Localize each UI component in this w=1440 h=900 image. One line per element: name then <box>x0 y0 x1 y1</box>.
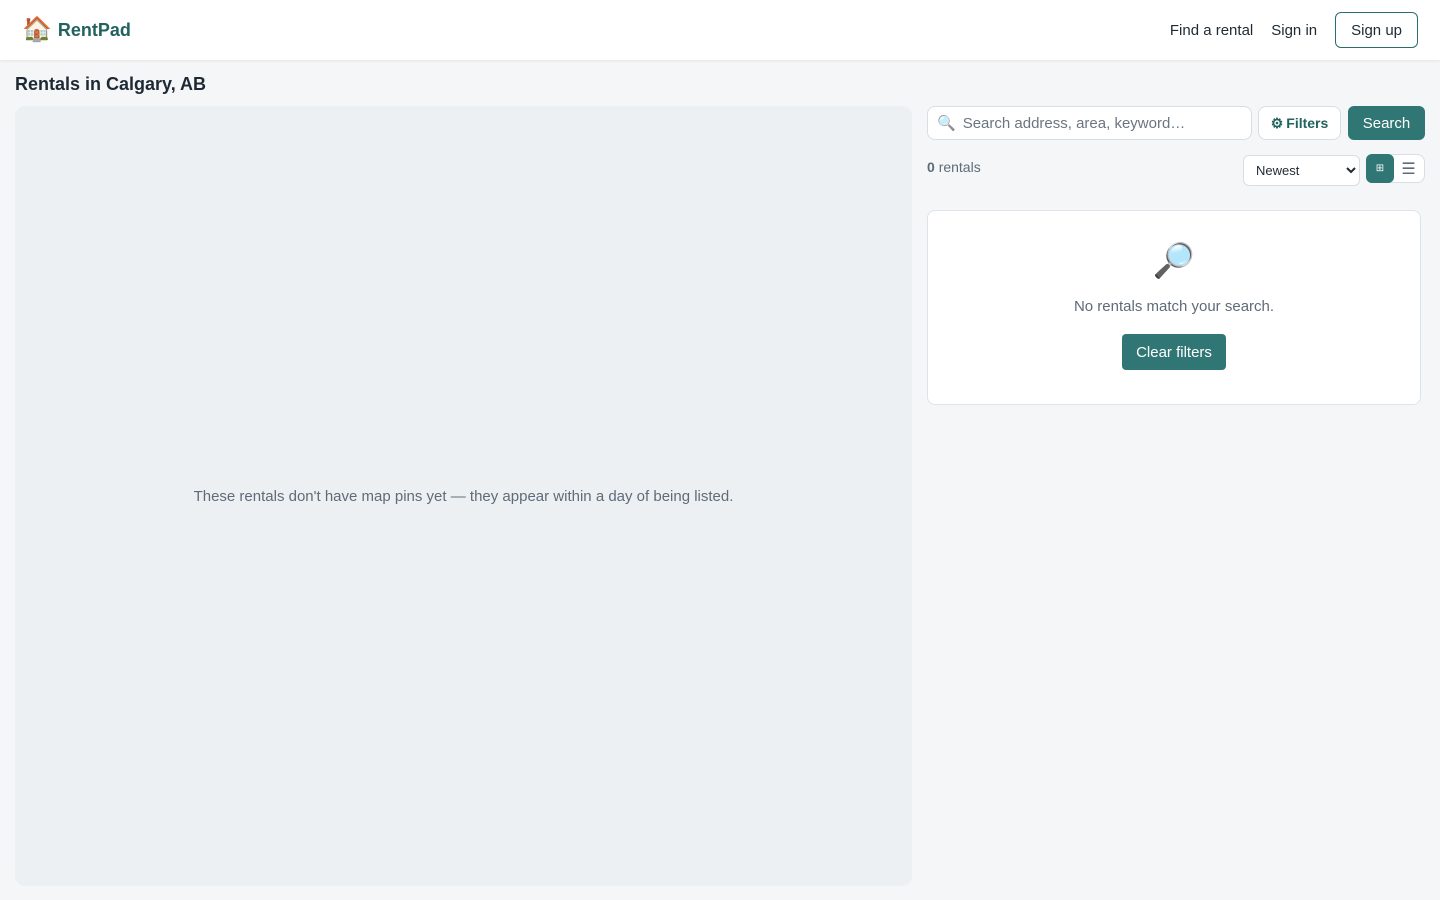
empty-results-message: No rentals match your search. <box>1073 298 1275 315</box>
house-icon: 🏠 <box>22 16 52 43</box>
search-input[interactable] <box>962 114 1243 132</box>
results-count-suffix: rentals <box>938 159 981 175</box>
gear-icon: ⚙ <box>1270 114 1284 131</box>
magnifying-glass-icon: 🔎 <box>1152 242 1196 280</box>
sign-up-button[interactable]: Sign up <box>1335 12 1418 48</box>
nav-sign-in-link[interactable]: Sign in <box>1271 22 1317 39</box>
filters-button[interactable]: ⚙ Filters <box>1258 106 1341 140</box>
page-title: Rentals in Calgary, AB <box>15 74 207 94</box>
empty-results-card: 🔎 No rentals match your search. Clear fi… <box>927 210 1421 405</box>
map-panel[interactable]: These rentals don't have map pins yet — … <box>15 106 912 886</box>
search-box: 🔍 <box>927 106 1252 140</box>
brand-name: RentPad <box>57 19 131 40</box>
clear-filters-button[interactable]: Clear filters <box>1122 334 1226 370</box>
results-count: 0 rentals <box>927 159 981 175</box>
search-icon: 🔍 <box>937 115 956 132</box>
map-empty-message: These rentals don't have map pins yet — … <box>193 487 734 505</box>
results-count-number: 0 <box>927 159 935 175</box>
grid-view-icon[interactable]: ⊞ <box>1366 154 1394 183</box>
sort-select[interactable]: Newest <box>1243 155 1360 186</box>
nav-find-rental-link[interactable]: Find a rental <box>1170 22 1253 39</box>
list-view-icon[interactable]: ☰ <box>1394 155 1423 182</box>
filters-label: Filters <box>1286 115 1329 131</box>
brand-logo-link[interactable]: 🏠 RentPad <box>22 18 131 42</box>
header-nav: Find a rental Sign in Sign up <box>1170 12 1418 48</box>
search-button[interactable]: Search <box>1348 106 1425 140</box>
view-toggle: ⊞ ☰ <box>1366 154 1425 183</box>
top-navigation-bar: 🏠 RentPad Find a rental Sign in Sign up <box>0 0 1440 60</box>
